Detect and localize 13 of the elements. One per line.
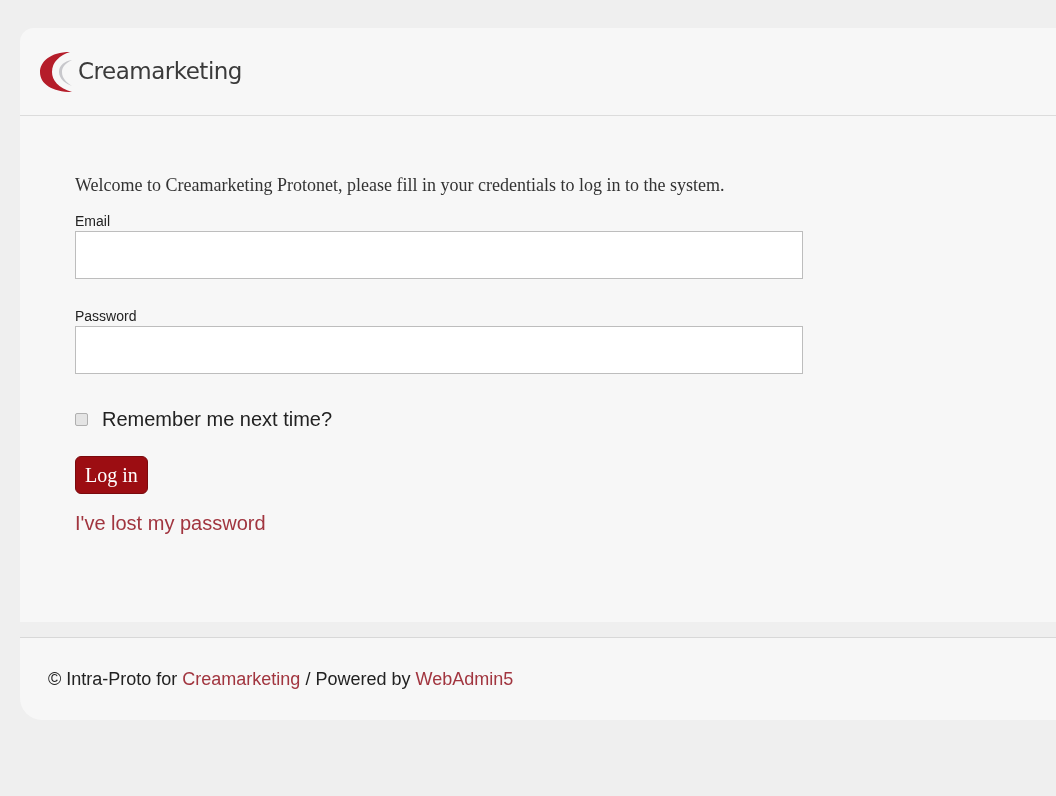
footer-text: © Intra-Proto for Creamarketing / Powered by WebAdmin5 bbox=[48, 667, 514, 691]
input-field[interactable] bbox=[75, 326, 803, 374]
login-button[interactable]: Log in bbox=[75, 456, 148, 494]
welcome-text: Welcome to Creamarketing Protonet, please fill in your credentials to log in to the system. bbox=[75, 174, 725, 196]
webadmin-link[interactable]: WebAdmin5 bbox=[415, 668, 514, 689]
input-field[interactable] bbox=[75, 231, 803, 279]
lost-password-link[interactable]: I've lost my password bbox=[75, 508, 266, 538]
logo-text: Creamarketing bbox=[78, 57, 242, 87]
remember-label: Remember me next time? bbox=[102, 407, 333, 432]
creamarketing-link[interactable]: Creamarketing bbox=[182, 668, 301, 689]
remember-checkbox[interactable] bbox=[75, 412, 88, 426]
field-label: Password bbox=[75, 307, 137, 325]
field-label: Email bbox=[75, 212, 110, 230]
